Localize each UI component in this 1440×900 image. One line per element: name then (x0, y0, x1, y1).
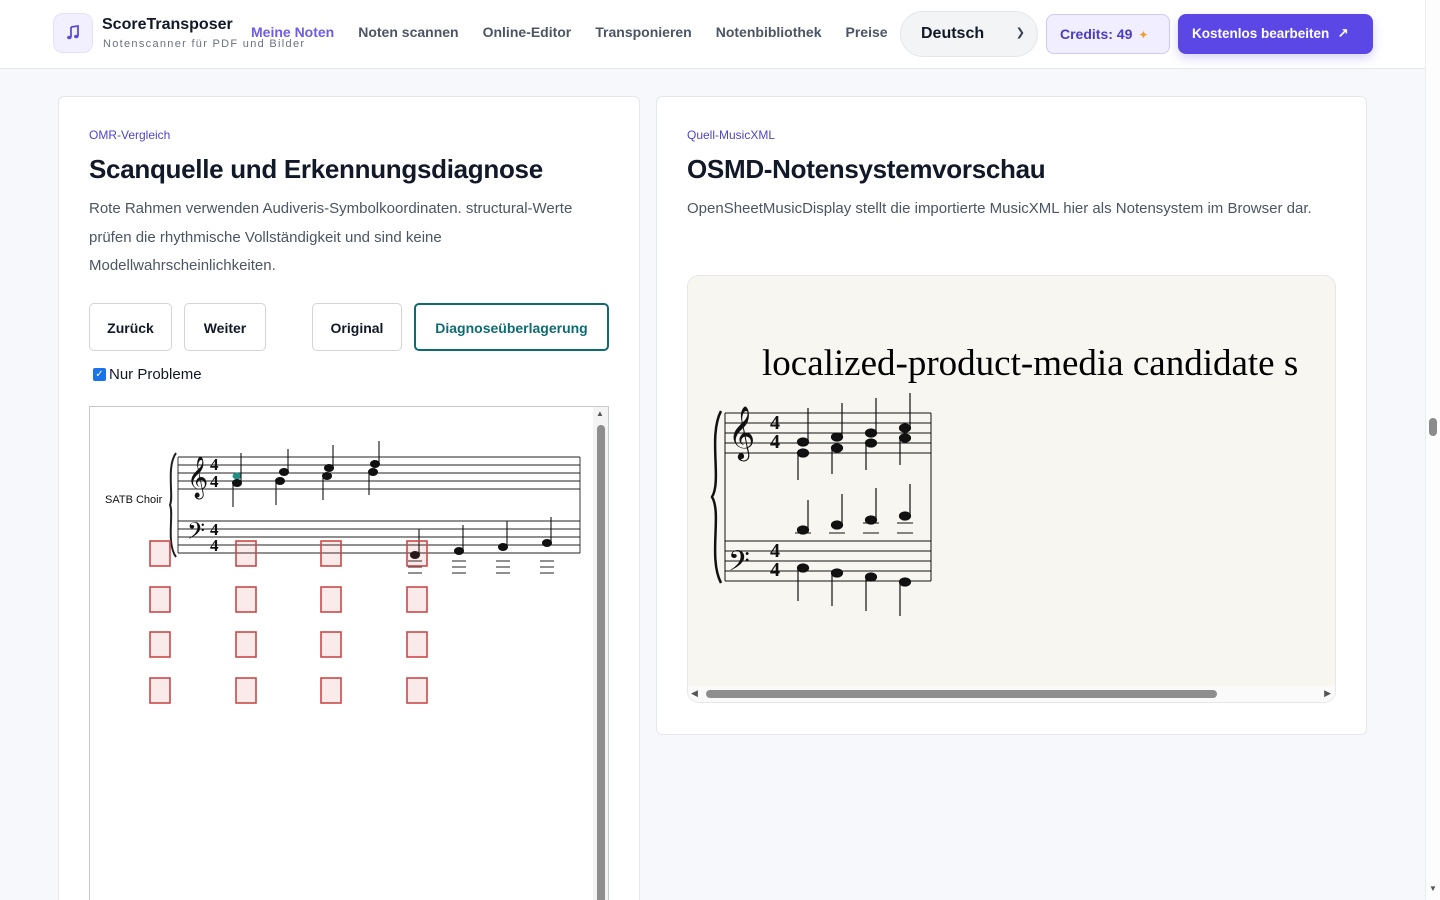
svg-text:4: 4 (210, 536, 219, 555)
diagnostic-boxes (149, 540, 428, 704)
back-button[interactable]: Zurück (89, 303, 172, 351)
svg-text:𝄞: 𝄞 (187, 456, 208, 499)
chevron-down-icon: ❯ (1015, 27, 1025, 39)
osmd-score-preview[interactable]: localized-product-media candidate s 𝄞 𝄢 … (687, 275, 1336, 703)
top-navigation-bar: ScoreTransposer Notenscanner für PDF und… (0, 0, 1425, 69)
next-button[interactable]: Weiter (184, 303, 266, 351)
nav-item-meine-noten[interactable]: Meine Noten (251, 24, 334, 40)
brand-name[interactable]: ScoreTransposer (102, 16, 233, 34)
svg-text:𝄢: 𝄢 (728, 545, 750, 585)
nav-item-notenbibliothek[interactable]: Notenbibliothek (716, 24, 822, 40)
svg-text:𝄢: 𝄢 (187, 517, 205, 550)
svg-text:4: 4 (770, 559, 780, 581)
music-note-icon[interactable] (53, 13, 93, 53)
preview-scrollbar-thumb[interactable] (706, 690, 1217, 698)
credits-button[interactable]: Credits: 49 ✦ (1046, 14, 1170, 54)
svg-text:𝄞: 𝄞 (728, 405, 755, 461)
score-part-name: SATB Choir (105, 494, 163, 506)
language-select-value: Deutsch (921, 25, 985, 42)
arrow-up-right-icon: ↗ (1337, 26, 1349, 41)
sparkle-icon: ✦ (1138, 28, 1149, 42)
language-select[interactable]: Deutsch ❯ (900, 11, 1038, 57)
right-panel-description: OpenSheetMusicDisplay stellt die importi… (687, 200, 1312, 217)
left-panel-eyebrow: OMR-Vergleich (89, 128, 171, 142)
nav-item-preise[interactable]: Preise (846, 24, 888, 40)
only-problems-checkbox[interactable]: ✓ (93, 368, 106, 381)
preview-horizontal-scrollbar[interactable]: ◀ ▶ (688, 686, 1335, 702)
right-panel-eyebrow: Quell-MusicXML (687, 128, 776, 142)
nav-item-online-editor[interactable]: Online-Editor (483, 24, 572, 40)
scroll-right-arrow-icon[interactable]: ▶ (1324, 688, 1331, 699)
page: ScoreTransposer Notenscanner für PDF und… (0, 0, 1440, 900)
scroll-left-arrow-icon[interactable]: ◀ (691, 688, 698, 699)
viewer-scrollbar-thumb[interactable] (597, 425, 605, 900)
left-panel-title: Scanquelle und Erkennungsdiagnose (89, 154, 543, 184)
cta-label: Kostenlos bearbeiten (1192, 26, 1330, 41)
only-problems-label: Nur Probleme (109, 366, 202, 383)
scan-source-viewer[interactable]: 𝄞 𝄢 4 4 4 4 SATB Choir ▲ (89, 406, 609, 900)
diagnostic-overlay-button[interactable]: Diagnoseüberlagerung (414, 303, 609, 351)
scroll-up-arrow-icon[interactable]: ▲ (596, 409, 604, 418)
right-panel-title: OSMD-Notensystemvorschau (687, 154, 1046, 184)
osmd-score-render: 𝄞 𝄢 4 4 4 4 (710, 393, 932, 616)
only-problems-toggle[interactable]: ✓ Nur Probleme (93, 366, 202, 383)
original-view-button[interactable]: Original (312, 303, 402, 351)
left-panel-description: Rote Rahmen verwenden Audiveris-Symbolko… (89, 200, 573, 274)
edit-for-free-button[interactable]: Kostenlos bearbeiten ↗ (1178, 14, 1373, 54)
main-navigation: Meine Noten Noten scannen Online-Editor … (251, 24, 912, 40)
svg-text:4: 4 (770, 431, 780, 453)
scan-score-image: 𝄞 𝄢 4 4 4 4 SATB Choir (105, 441, 581, 704)
credits-label: Credits: 49 (1060, 26, 1133, 42)
nav-item-transponieren[interactable]: Transponieren (595, 24, 691, 40)
viewer-scrollbar[interactable]: ▲ (593, 407, 608, 900)
svg-text:4: 4 (210, 472, 219, 491)
nav-item-noten-scannen[interactable]: Noten scannen (358, 24, 458, 40)
scroll-down-arrow-icon[interactable]: ▼ (1429, 884, 1437, 893)
page-scrollbar-thumb[interactable] (1429, 418, 1437, 436)
page-scrollbar[interactable]: ▼ (1425, 0, 1440, 900)
